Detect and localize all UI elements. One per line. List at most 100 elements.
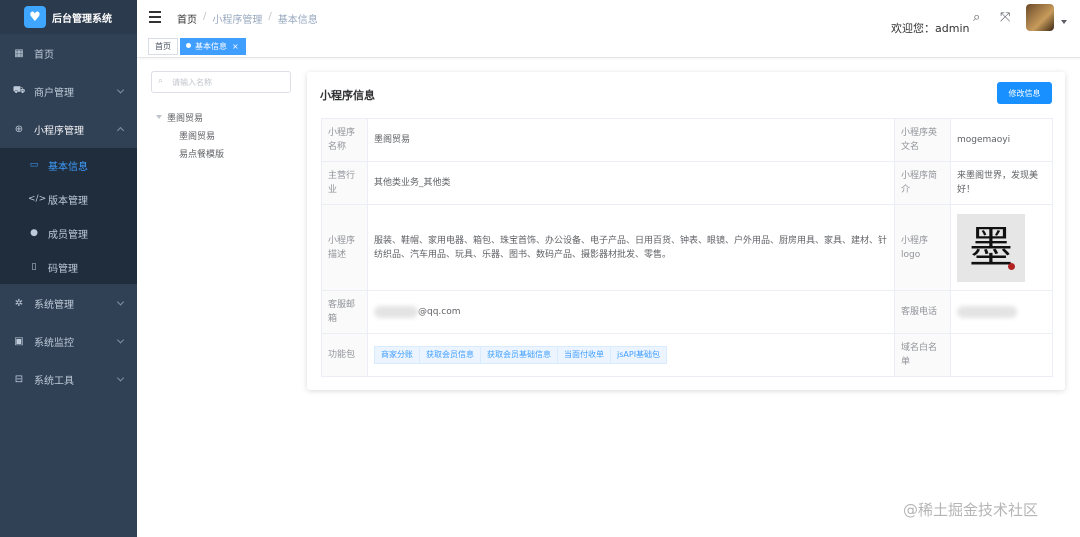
sidebar-item-basic-info[interactable]: ▭ 基本信息 xyxy=(0,148,137,182)
redacted-block xyxy=(957,305,1017,318)
sidebar-item-members[interactable]: ● 成员管理 xyxy=(0,216,137,250)
sidebar-item-label: 系统监控 xyxy=(34,337,74,349)
logo-cell: 墨 xyxy=(950,204,1053,291)
en-name-value: mogemaoyi xyxy=(950,118,1053,162)
tree-node-child[interactable]: 墨阁贸易 xyxy=(156,126,224,144)
tree-node-label: 墨阁贸易 xyxy=(179,131,216,142)
sidebar-item-label: 小程序管理 xyxy=(34,125,84,137)
logo[interactable]: ♥ 后台管理系统 xyxy=(0,0,137,34)
sidebar-item-label: 系统工具 xyxy=(34,375,74,387)
close-icon[interactable]: × xyxy=(232,42,239,51)
tree-node-label: 易点餐模版 xyxy=(179,149,225,160)
breadcrumb-current: 基本信息 xyxy=(277,15,318,26)
phone-label: 客服电话 xyxy=(894,290,951,334)
chevron-down-icon xyxy=(116,298,125,306)
tree: 墨阁贸易 墨阁贸易 易点餐模版 xyxy=(156,108,224,162)
breadcrumb: 首页 / 小程序管理 / 基本信息 xyxy=(177,11,318,26)
caret-down-icon[interactable] xyxy=(156,115,162,119)
screen-icon: ▭ xyxy=(29,160,39,170)
intro-value: 来墨阁世界，发现美好！ xyxy=(950,161,1053,205)
tree-search: ⌕ xyxy=(151,71,291,93)
breadcrumb-separator: / xyxy=(203,11,207,22)
tag-basic-info[interactable]: 基本信息 × xyxy=(180,38,246,55)
fullscreen-icon[interactable]: ⤧ xyxy=(1000,10,1010,25)
sidebar-item-label: 基本信息 xyxy=(48,161,88,173)
user-icon: ● xyxy=(30,228,38,238)
submenu-miniprogram: ▭ 基本信息 </> 版本管理 ● 成员管理 ▯ 码管理 xyxy=(0,148,137,284)
header: 首页 / 小程序管理 / 基本信息 欢迎您：admin ⌕ ⤧ xyxy=(137,0,1080,36)
code-icon: </> xyxy=(28,194,47,204)
chevron-down-icon xyxy=(116,374,125,382)
dot-icon xyxy=(186,43,191,48)
tag-label: 基本信息 xyxy=(195,42,227,51)
tree-node-label: 墨阁贸易 xyxy=(167,113,204,124)
table-row: 小程序描述 服装、鞋帽、家用电器、箱包、珠宝首饰、办公设备、电子产品、日用百货、… xyxy=(321,204,1053,291)
chevron-down-icon xyxy=(116,86,125,94)
feature-tag: 获取会员信息 xyxy=(420,346,481,364)
breadcrumb-home[interactable]: 首页 xyxy=(177,11,197,26)
desc-label: 小程序描述 xyxy=(321,204,368,291)
domain-whitelist-value xyxy=(950,333,1053,377)
seal-icon xyxy=(1008,262,1015,270)
intro-label: 小程序简介 xyxy=(894,161,951,205)
table-row: 小程序名称 墨阁贸易 小程序英文名 mogemaoyi xyxy=(321,118,1053,162)
sidebar-item-codes[interactable]: ▯ 码管理 xyxy=(0,250,137,284)
redacted-block xyxy=(374,305,418,318)
sidebar-item-merchant[interactable]: ⛟ 商户管理 xyxy=(0,72,137,110)
logo-char: 墨 xyxy=(969,221,1013,273)
sidebar-item-version[interactable]: </> 版本管理 xyxy=(0,182,137,216)
tag-home[interactable]: 首页 xyxy=(148,38,178,55)
info-card: 小程序信息 修改信息 小程序名称 墨阁贸易 小程序英文名 mogemaoyi 主… xyxy=(307,72,1065,390)
tag-label: 首页 xyxy=(155,42,171,51)
heart-icon: ♥ xyxy=(24,6,46,28)
sidebar-item-tools[interactable]: ⊟ 系统工具 xyxy=(0,360,137,398)
search-icon[interactable]: ⌕ xyxy=(973,10,980,25)
dashboard-icon: ▦ xyxy=(14,47,24,59)
card-title: 小程序信息 xyxy=(320,89,375,102)
email-value: @qq.com xyxy=(418,307,461,317)
tree-node-child[interactable]: 易点餐模版 xyxy=(156,144,224,162)
logo-label: 小程序logo xyxy=(894,204,951,291)
logo-image: 墨 xyxy=(957,213,1025,282)
desc-value: 服装、鞋帽、家用电器、箱包、珠宝首饰、办公设备、电子产品、日用百货、钟表、眼镜、… xyxy=(367,204,895,291)
feature-tag: jsAPI基础包 xyxy=(611,346,668,364)
feature-tags: 商家分账 获取会员信息 获取会员基础信息 当面付收单 jsAPI基础包 xyxy=(374,346,888,364)
sidebar-item-home[interactable]: ▦ 首页 xyxy=(0,34,137,72)
features-cell: 商家分账 获取会员信息 获取会员基础信息 当面付收单 jsAPI基础包 xyxy=(367,333,895,377)
industry-value: 其他类业务_其他类 xyxy=(367,161,895,205)
tags-view: 首页 基本信息 × xyxy=(137,36,1080,58)
sidebar-item-label: 系统管理 xyxy=(34,299,74,311)
table-row: 功能包 商家分账 获取会员信息 获取会员基础信息 当面付收单 jsAPI基础包 … xyxy=(321,333,1053,377)
toolbox-icon: ⊟ xyxy=(14,373,24,385)
tree-node-root[interactable]: 墨阁贸易 xyxy=(156,108,224,126)
info-table: 小程序名称 墨阁贸易 小程序英文名 mogemaoyi 主营行业 其他类业务_其… xyxy=(321,118,1053,377)
feature-tag: 商家分账 xyxy=(374,346,420,364)
edit-info-button[interactable]: 修改信息 xyxy=(997,82,1052,104)
search-icon: ⌕ xyxy=(158,76,164,86)
email-cell: @qq.com xyxy=(367,290,895,334)
sidebar-item-monitor[interactable]: ▣ 系统监控 xyxy=(0,322,137,360)
hamburger-icon[interactable] xyxy=(149,11,161,23)
monitor-icon: ▣ xyxy=(14,335,24,347)
sidebar-item-miniprogram[interactable]: ⊕ 小程序管理 xyxy=(0,110,137,148)
domain-whitelist-label: 域名白名单 xyxy=(894,333,951,377)
bus-icon: ⛟ xyxy=(12,84,26,96)
features-label: 功能包 xyxy=(321,333,368,377)
avatar[interactable] xyxy=(1026,4,1054,31)
en-name-label: 小程序英文名 xyxy=(894,118,951,162)
app-title: 后台管理系统 xyxy=(52,13,112,25)
sidebar-item-label: 成员管理 xyxy=(48,229,88,241)
caret-down-icon[interactable] xyxy=(1061,20,1067,24)
phone-cell xyxy=(950,290,1053,334)
name-label: 小程序名称 xyxy=(321,118,368,162)
sidebar-item-label: 码管理 xyxy=(48,263,78,275)
industry-label: 主营行业 xyxy=(321,161,368,205)
sidebar: ♥ 后台管理系统 ▦ 首页 ⛟ 商户管理 ⊕ 小程序管理 ▭ 基本信息 </> … xyxy=(0,0,137,537)
table-row: 主营行业 其他类业务_其他类 小程序简介 来墨阁世界，发现美好！ xyxy=(321,161,1053,205)
feature-tag: 当面付收单 xyxy=(558,346,611,364)
name-value: 墨阁贸易 xyxy=(367,118,895,162)
sidebar-item-system[interactable]: ✲ 系统管理 xyxy=(0,284,137,322)
chevron-up-icon xyxy=(116,126,125,135)
tree-search-input[interactable] xyxy=(172,74,284,90)
welcome-text: 欢迎您：admin xyxy=(891,22,970,35)
